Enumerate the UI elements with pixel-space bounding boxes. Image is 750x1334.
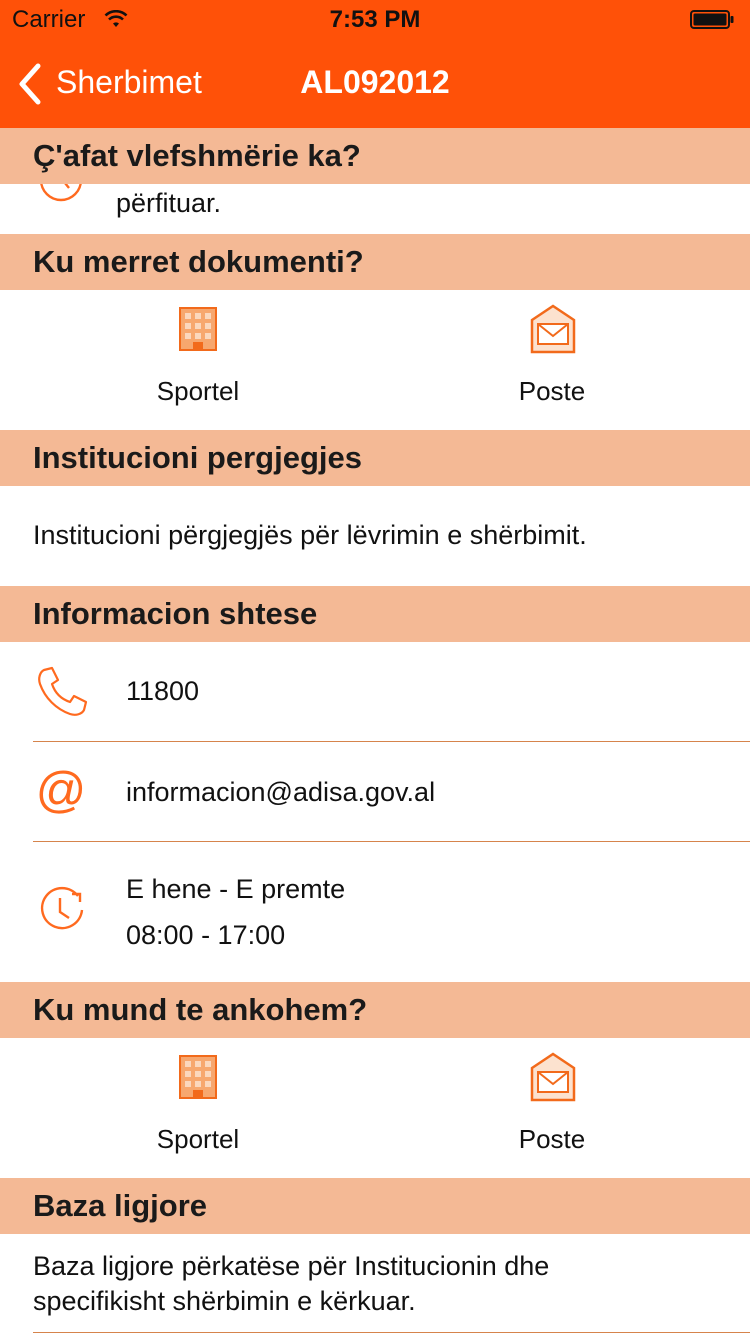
section-header-where-get: Ku merret dokumenti?	[0, 234, 750, 290]
section-header-info: Informacion shtese	[0, 586, 750, 642]
institution-text: Institucioni përgjegjës për lëvrimin e s…	[33, 520, 587, 550]
building-icon[interactable]	[178, 306, 218, 352]
where-get-poste-label[interactable]: Poste	[452, 376, 652, 407]
section-header-complaint: Ku mund te ankohem?	[0, 982, 750, 1038]
section-header-validity: Ç'afat vlefshmërie ka?	[0, 128, 750, 184]
divider	[33, 741, 750, 742]
mailbox-icon[interactable]	[528, 1050, 578, 1102]
validity-content: përfituar.	[0, 177, 750, 234]
info-hours: 08:00 - 17:00	[126, 920, 286, 950]
complaint-sportel-label[interactable]: Sportel	[98, 1124, 298, 1155]
complaint-poste-label[interactable]: Poste	[452, 1124, 652, 1155]
navigation-bar: Carrier 7:53 PM Sherbimet AL092012	[0, 0, 750, 128]
svg-text:@: @	[36, 767, 86, 817]
info-days: E hene - E premte	[126, 874, 346, 904]
legal-text-line2: specifikisht shërbimin e kërkuar.	[33, 1286, 416, 1316]
battery-icon	[690, 10, 734, 29]
validity-text: përfituar.	[116, 188, 222, 218]
where-get-sportel-label[interactable]: Sportel	[98, 376, 298, 407]
mailbox-icon[interactable]	[528, 302, 578, 354]
building-icon[interactable]	[178, 1054, 218, 1100]
page-title: AL092012	[300, 64, 450, 100]
divider	[33, 1332, 750, 1333]
divider	[33, 841, 750, 842]
info-email[interactable]: informacion@adisa.gov.al	[126, 777, 435, 808]
phone-icon[interactable]	[36, 666, 88, 718]
info-phone[interactable]: 11800	[126, 676, 199, 707]
section-header-institution: Institucioni pergjegjes	[0, 430, 750, 486]
status-time: 7:53 PM	[329, 6, 421, 33]
legal-text-line1: Baza ligjore përkatëse për Institucionin…	[33, 1251, 550, 1281]
section-header-legal: Baza ligjore	[0, 1178, 750, 1234]
at-icon[interactable]: @	[36, 767, 86, 817]
clock-icon	[40, 886, 84, 930]
